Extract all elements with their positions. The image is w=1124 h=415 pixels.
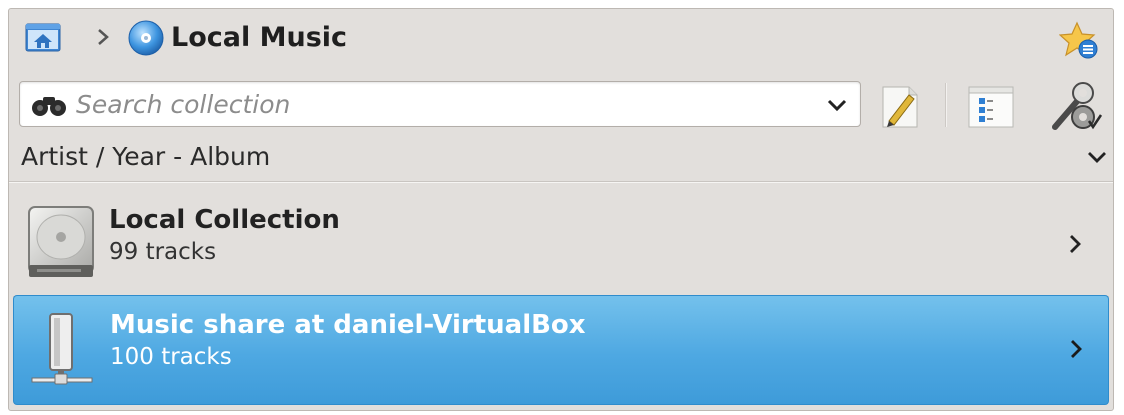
edit-filter-icon[interactable]: [875, 81, 923, 131]
tools-icon[interactable]: [1045, 77, 1103, 133]
tree-view-icon[interactable]: [965, 81, 1017, 131]
bookmark-star-icon[interactable]: [1058, 21, 1099, 59]
collection-name: Music share at daniel-VirtualBox: [110, 310, 586, 340]
collection-track-count: 100 tracks: [110, 344, 232, 370]
collection-row-local[interactable]: Local Collection 99 tracks: [13, 191, 1109, 297]
cd-disc-icon[interactable]: [127, 19, 165, 57]
divider: [9, 181, 1113, 183]
chevron-down-icon[interactable]: [1085, 147, 1109, 167]
binoculars-icon: [30, 93, 68, 117]
collection-browser: Local Music Search collection Artist / Y…: [8, 8, 1114, 411]
hard-drive-icon: [23, 203, 99, 283]
search-field[interactable]: [19, 81, 861, 127]
breadcrumb-separator[interactable]: [93, 23, 113, 51]
breadcrumb: Local Music: [9, 9, 1113, 71]
toolbar-divider: [945, 83, 947, 127]
network-server-icon: [24, 308, 100, 388]
home-folder-icon[interactable]: [25, 21, 61, 53]
collection-name: Local Collection: [109, 205, 340, 235]
chevron-down-icon[interactable]: [826, 96, 848, 114]
collection-track-count: 99 tracks: [109, 239, 217, 265]
collection-row-network[interactable]: Music share at daniel-VirtualBox 100 tra…: [13, 295, 1109, 405]
sort-level-label[interactable]: Artist / Year - Album: [21, 141, 270, 173]
search-input[interactable]: [76, 88, 796, 120]
chevron-right-icon[interactable]: [1065, 231, 1085, 257]
chevron-right-icon[interactable]: [1066, 336, 1086, 362]
breadcrumb-title[interactable]: Local Music: [171, 21, 347, 55]
